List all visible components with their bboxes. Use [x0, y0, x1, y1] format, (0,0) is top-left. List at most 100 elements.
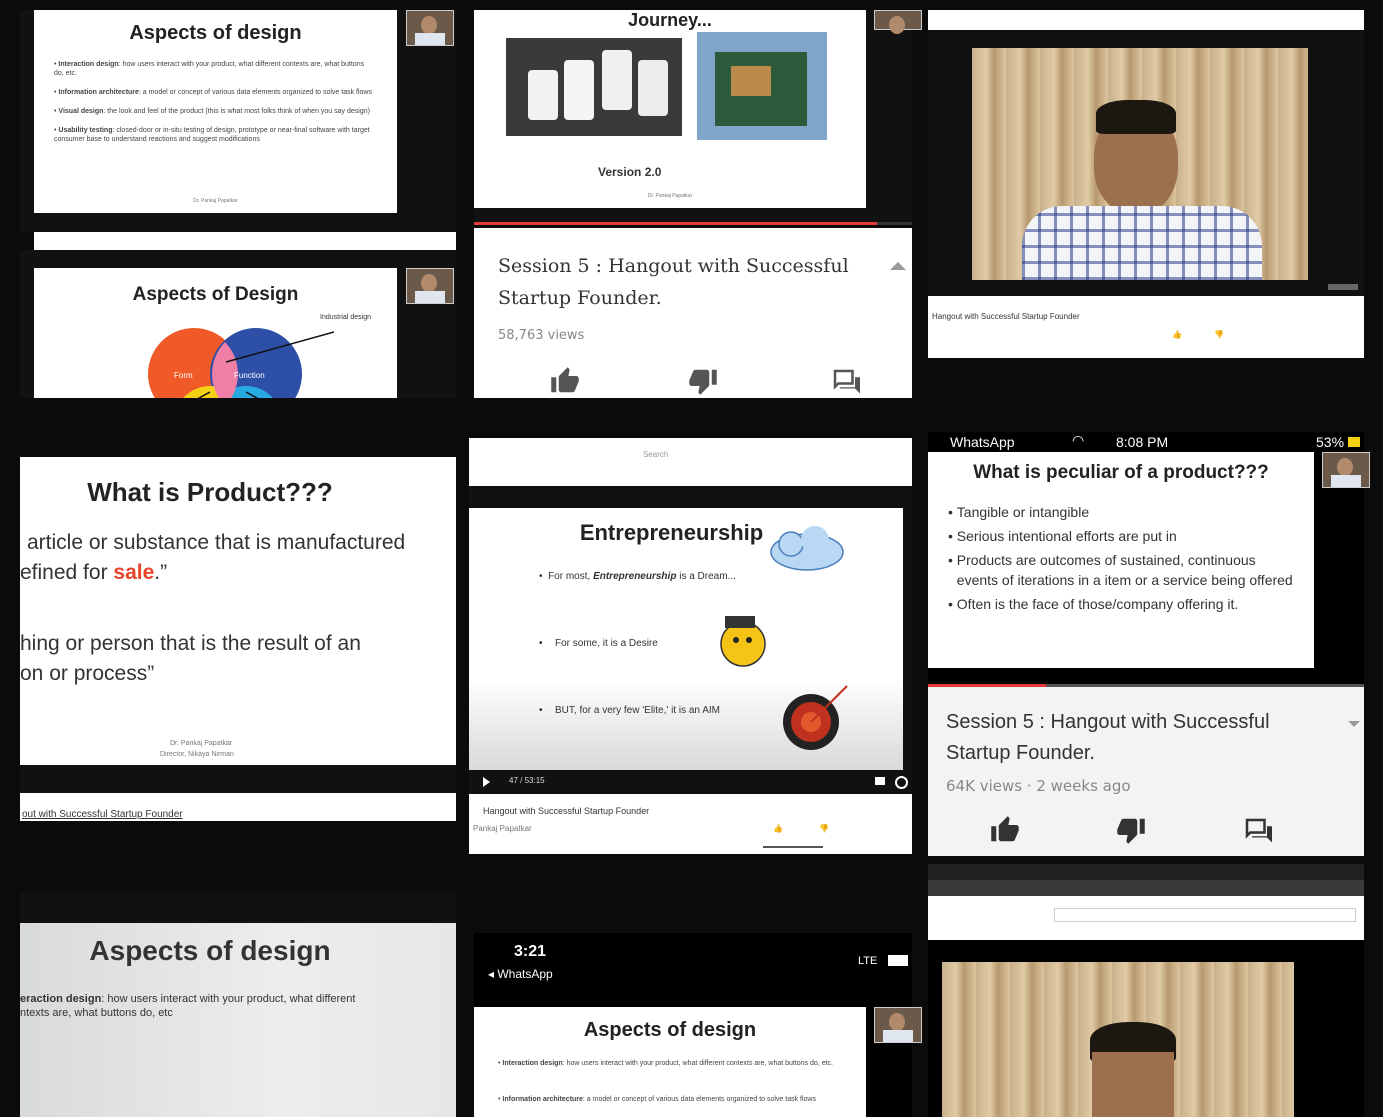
dislike-icon[interactable]: 👎	[819, 824, 829, 833]
video-info-bar: Hangout with Successful Startup Founder …	[469, 794, 912, 854]
search-input[interactable]	[1054, 908, 1356, 922]
bullet-text: Products are outcomes of sustained, cont…	[956, 552, 1293, 588]
speaker-hair	[1096, 100, 1176, 134]
slide-title: What is Product???	[87, 477, 333, 507]
tile-what-is-product: What is Product??? article or substance …	[20, 457, 456, 821]
slide-line-1: eraction design: how users interact with…	[20, 993, 355, 1005]
slide-footer: Dr. Pankaj Papatkar	[193, 198, 238, 204]
progress-bar[interactable]	[474, 222, 912, 225]
video-info-bar: out with Successful Startup Founder	[20, 793, 456, 821]
status-time: 8:08 PM	[1116, 434, 1169, 450]
comment-icon[interactable]	[828, 366, 862, 396]
tile-entrepreneurship: Search Entrepreneurship • For most, Entr…	[469, 438, 912, 854]
battery-icon	[1348, 437, 1360, 447]
tile-aspects-of-design-1: Aspects of design • Interaction design: …	[20, 10, 456, 232]
view-count: 64K views · 2 weeks ago	[946, 777, 1131, 795]
search-input[interactable]: Search	[643, 450, 668, 459]
slide-title: Aspects of Design	[132, 284, 299, 305]
slide-photo: Aspects of design eraction design: how u…	[20, 923, 456, 1117]
player-controls	[1328, 284, 1358, 290]
speaker-thumbnail	[1322, 452, 1370, 488]
dislike-icon[interactable]: 👎	[1214, 330, 1224, 339]
speaker-shirt	[1022, 206, 1262, 280]
speaker-thumbnail	[874, 10, 922, 34]
definition-emphasis: sale	[113, 561, 155, 584]
slide: What is Product??? article or substance …	[20, 457, 456, 765]
bullet-3: BUT, for a very few 'Elite,' it is an AI…	[555, 705, 720, 716]
expand-chevron-icon[interactable]	[1348, 721, 1360, 727]
tile-aspects-of-design-venn: Aspects of Design Form Function Industri…	[20, 250, 456, 398]
like-icon[interactable]	[988, 815, 1022, 845]
venn-callout: Industrial design	[320, 314, 371, 321]
tile-what-is-peculiar: WhatsApp ◠ 8:08 PM 53% What is peculiar …	[928, 432, 1370, 856]
expand-chevron-icon[interactable]	[890, 262, 906, 270]
tile-speaker-video-1-frame	[928, 30, 1364, 296]
tile-journey: Journey... Version 2.0 Dr. Pankaj Papatk…	[474, 10, 922, 225]
slide-bullets: • Tangible or intangible • Serious inten…	[948, 502, 1298, 614]
video-title: Session 5 : Hangout with Successful Star…	[498, 255, 849, 309]
like-icon[interactable]: 👍	[1172, 330, 1182, 339]
back-to-whatsapp[interactable]: WhatsApp	[950, 434, 1015, 450]
back-to-whatsapp[interactable]: ◂ WhatsApp	[488, 967, 553, 981]
definition-line-1: article or substance that is manufacture…	[27, 531, 406, 554]
captions-icon[interactable]	[875, 777, 885, 785]
definition-text: .”	[154, 561, 168, 584]
bullet-text: : how users interact with your product, …	[562, 1060, 833, 1067]
video-title[interactable]: out with Successful Startup Founder	[22, 809, 183, 820]
speaker-video	[942, 962, 1294, 1117]
slide-title: What is peculiar of a product???	[973, 462, 1269, 483]
like-icon[interactable]	[548, 366, 582, 396]
speaker-thumbnail	[406, 10, 454, 46]
slide-caption: Version 2.0	[598, 165, 662, 179]
definition-line-4: on or process”	[20, 662, 155, 685]
time-display: 47 / 53:15	[509, 776, 545, 785]
like-icon[interactable]: 👍	[773, 824, 783, 833]
bullet-text: : the look and feel of the product (this…	[103, 108, 370, 115]
bullet-text: Tangible or intangible	[956, 504, 1090, 520]
search-bar: Search	[469, 438, 912, 486]
browser-addressbar[interactable]	[928, 880, 1364, 896]
slide: Aspects of design • Interaction design: …	[34, 10, 397, 213]
tile-session5-info: Session 5 : Hangout with Successful Star…	[474, 228, 912, 398]
tile-speaker-video-2	[928, 864, 1364, 1117]
bullet-term: Visual design	[58, 108, 104, 115]
play-icon[interactable]	[483, 777, 490, 787]
line-term: eraction design	[20, 993, 102, 1005]
definition-line-2: efined for sale.”	[20, 561, 167, 585]
video-title[interactable]: Hangout with Successful Startup Founder	[932, 312, 1080, 321]
emoji-face-icon	[720, 616, 766, 667]
slide-title: Aspects of design	[129, 22, 302, 44]
bullet-2: For some, it is a Desire	[555, 638, 658, 649]
dislike-icon[interactable]	[1114, 815, 1148, 845]
bullet-text: For most,	[548, 571, 594, 582]
speaker-thumbnail	[874, 1007, 922, 1043]
slide: Entrepreneurship • For most, Entrepreneu…	[469, 508, 903, 770]
video-info-bar: Hangout with Successful Startup Founder …	[928, 296, 1364, 358]
bullet-text: is a Dream...	[676, 571, 736, 582]
browser-tabbar	[928, 864, 1364, 880]
battery-icon	[888, 955, 908, 966]
video-title[interactable]: Hangout with Successful Startup Founder	[483, 806, 649, 816]
dislike-icon[interactable]	[686, 366, 720, 396]
bullet-emphasis: Entrepreneurship	[593, 571, 677, 582]
bullet-term: Interaction design	[58, 61, 119, 68]
slide-line-2: ntexts are, what buttons do, etc	[20, 1007, 173, 1019]
settings-icon[interactable]	[895, 776, 908, 789]
bullet-text: : a model or concept of various data ele…	[582, 1096, 816, 1103]
slide-footer: Director, Nikaya Nirman	[160, 751, 234, 758]
comment-icon[interactable]	[1240, 815, 1274, 845]
slide-bullets: • Interaction design: how users interact…	[54, 61, 372, 143]
bullet-text: Serious intentional efforts are put in	[956, 528, 1177, 544]
tile-speaker-video-1	[928, 10, 1364, 30]
venn-label-function: Function	[234, 371, 265, 380]
slide-title: Aspects of design	[89, 935, 331, 966]
venn-diagram	[148, 328, 334, 398]
video-title: Session 5 : Hangout with Successful Star…	[946, 711, 1270, 764]
bullet-term: Usability testing	[58, 127, 113, 134]
definition-line-3: hing or person that is the result of an	[20, 632, 361, 655]
slide-title: Aspects of design	[583, 1019, 757, 1041]
product-photo-devices	[506, 38, 682, 136]
slide-footer: Dr. Pankaj Papatkar	[170, 740, 233, 747]
target-icon	[783, 685, 848, 750]
tile-aspects-of-design-phone: 3:21 ◂ WhatsApp LTE Aspects of design • …	[474, 933, 922, 1117]
